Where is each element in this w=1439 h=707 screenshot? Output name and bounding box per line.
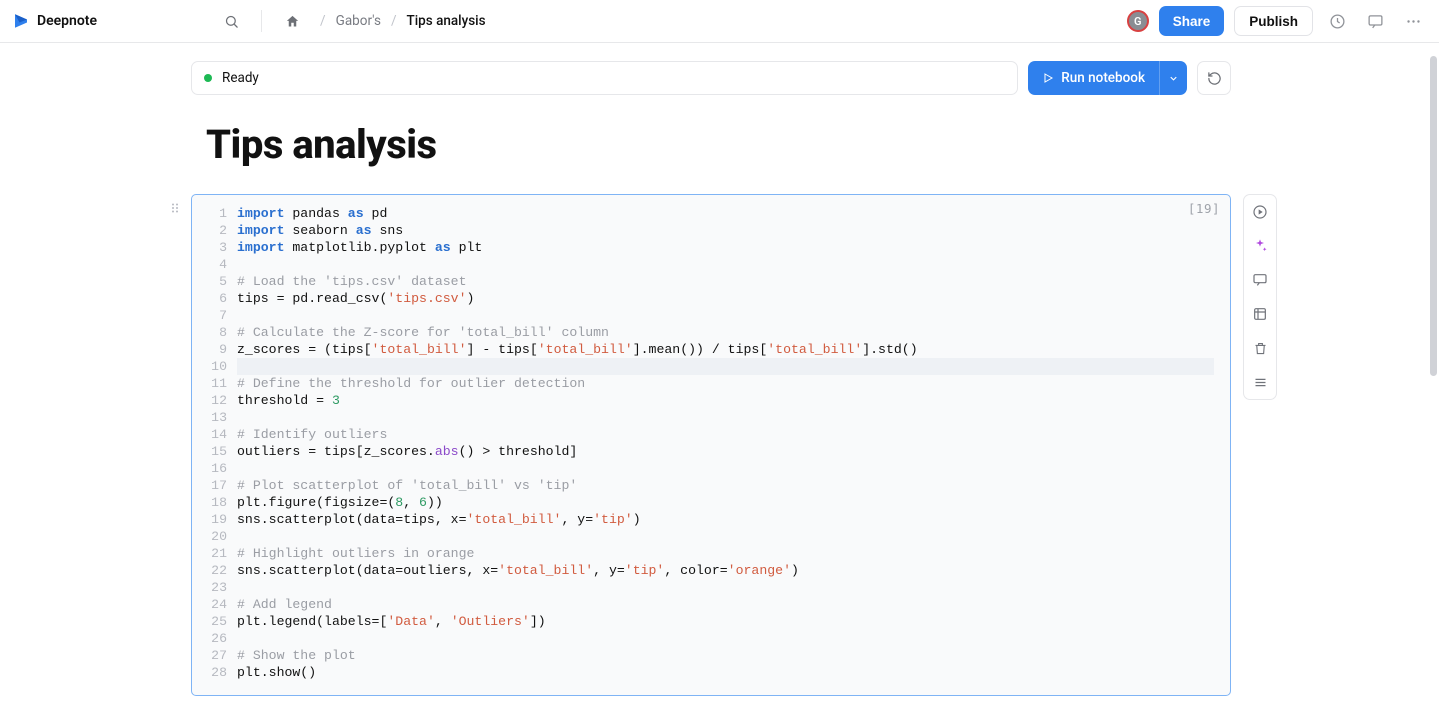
code-line[interactable] bbox=[237, 528, 1218, 545]
page-body: Ready Run notebook Tips analysis bbox=[0, 43, 1429, 707]
code-line[interactable]: z_scores = (tips['total_bill'] - tips['t… bbox=[237, 341, 1218, 358]
code-line[interactable]: import seaborn as sns bbox=[237, 222, 1218, 239]
kernel-status-bar[interactable]: Ready bbox=[191, 61, 1018, 95]
code-line[interactable]: # Calculate the Z-score for 'total_bill'… bbox=[237, 324, 1218, 341]
run-notebook-label: Run notebook bbox=[1061, 70, 1145, 86]
code-line[interactable]: sns.scatterplot(data=outliers, x='total_… bbox=[237, 562, 1218, 579]
status-row: Ready Run notebook bbox=[191, 61, 1231, 95]
code-line[interactable]: # Plot scatterplot of 'total_bill' vs 't… bbox=[237, 477, 1218, 494]
code-line[interactable] bbox=[237, 307, 1218, 324]
line-gutter: 1234567891011121314151617181920212223242… bbox=[192, 205, 237, 681]
cell-more-button[interactable] bbox=[1249, 371, 1271, 393]
code-editor[interactable]: 1234567891011121314151617181920212223242… bbox=[192, 205, 1230, 681]
code-line[interactable]: # Identify outliers bbox=[237, 426, 1218, 443]
code-line[interactable] bbox=[237, 409, 1218, 426]
run-notebook-button: Run notebook bbox=[1028, 61, 1187, 95]
breadcrumb: / Gabor's / Tips analysis bbox=[320, 13, 486, 29]
scrollbar-thumb[interactable] bbox=[1430, 56, 1437, 376]
code-content[interactable]: import pandas as pdimport seaborn as sns… bbox=[237, 205, 1230, 681]
code-cell-wrap: [19] 12345678910111213141516171819202122… bbox=[191, 194, 1231, 696]
logo-icon bbox=[12, 12, 30, 30]
more-button[interactable] bbox=[1399, 7, 1427, 35]
code-line[interactable]: outliers = tips[z_scores.abs() > thresho… bbox=[237, 443, 1218, 460]
publish-button[interactable]: Publish bbox=[1234, 6, 1313, 36]
code-line[interactable]: threshold = 3 bbox=[237, 392, 1218, 409]
page-scrollbar[interactable] bbox=[1430, 44, 1437, 707]
code-line[interactable]: # Define the threshold for outlier detec… bbox=[237, 375, 1218, 392]
status-dot-icon bbox=[204, 74, 212, 82]
search-button[interactable] bbox=[217, 7, 245, 35]
run-cell-button[interactable] bbox=[1249, 201, 1271, 223]
topbar: Deepnote / Gabor's / Tips analysis G Sha… bbox=[0, 0, 1439, 43]
code-line[interactable]: # Load the 'tips.csv' dataset bbox=[237, 273, 1218, 290]
code-line[interactable]: tips = pd.read_csv('tips.csv') bbox=[237, 290, 1218, 307]
code-line[interactable] bbox=[237, 460, 1218, 477]
history-button[interactable] bbox=[1323, 7, 1351, 35]
comment-cell-button[interactable] bbox=[1249, 269, 1271, 291]
code-line[interactable]: import pandas as pd bbox=[237, 205, 1218, 222]
code-line[interactable]: # Show the plot bbox=[237, 647, 1218, 664]
breadcrumb-sep: / bbox=[320, 13, 326, 29]
code-line[interactable] bbox=[237, 579, 1218, 596]
status-label: Ready bbox=[222, 70, 259, 86]
home-button[interactable] bbox=[278, 7, 306, 35]
code-line[interactable]: sns.scatterplot(data=tips, x='total_bill… bbox=[237, 511, 1218, 528]
page-title: Tips analysis bbox=[206, 121, 1231, 168]
delete-cell-button[interactable] bbox=[1249, 337, 1271, 359]
restart-button[interactable] bbox=[1197, 61, 1231, 95]
ai-magic-button[interactable] bbox=[1249, 235, 1271, 257]
run-notebook-main[interactable]: Run notebook bbox=[1028, 61, 1159, 95]
code-line[interactable]: import matplotlib.pyplot as plt bbox=[237, 239, 1218, 256]
code-line[interactable]: plt.show() bbox=[237, 664, 1218, 681]
breadcrumb-current[interactable]: Tips analysis bbox=[407, 13, 486, 29]
cell-drag-handle[interactable] bbox=[169, 202, 181, 214]
cell-side-toolbar bbox=[1243, 194, 1277, 400]
breadcrumb-sep: / bbox=[391, 13, 397, 29]
code-line[interactable]: plt.legend(labels=['Data', 'Outliers']) bbox=[237, 613, 1218, 630]
divider bbox=[261, 10, 262, 32]
topbar-center: / Gabor's / Tips analysis bbox=[217, 7, 486, 35]
comments-button[interactable] bbox=[1361, 7, 1389, 35]
breadcrumb-workspace[interactable]: Gabor's bbox=[336, 13, 381, 29]
code-line[interactable] bbox=[237, 630, 1218, 647]
code-line[interactable]: plt.figure(figsize=(8, 6)) bbox=[237, 494, 1218, 511]
app-logo[interactable]: Deepnote bbox=[12, 12, 97, 30]
app-name: Deepnote bbox=[37, 13, 97, 29]
avatar[interactable]: G bbox=[1127, 10, 1149, 32]
topbar-right: G Share Publish bbox=[1127, 6, 1427, 36]
duplicate-cell-button[interactable] bbox=[1249, 303, 1271, 325]
code-cell[interactable]: [19] 12345678910111213141516171819202122… bbox=[191, 194, 1231, 696]
code-line[interactable]: # Add legend bbox=[237, 596, 1218, 613]
code-line[interactable] bbox=[237, 358, 1214, 375]
code-line[interactable] bbox=[237, 256, 1218, 273]
run-notebook-menu[interactable] bbox=[1159, 61, 1187, 95]
code-line[interactable]: # Highlight outliers in orange bbox=[237, 545, 1218, 562]
share-button[interactable]: Share bbox=[1159, 6, 1225, 36]
